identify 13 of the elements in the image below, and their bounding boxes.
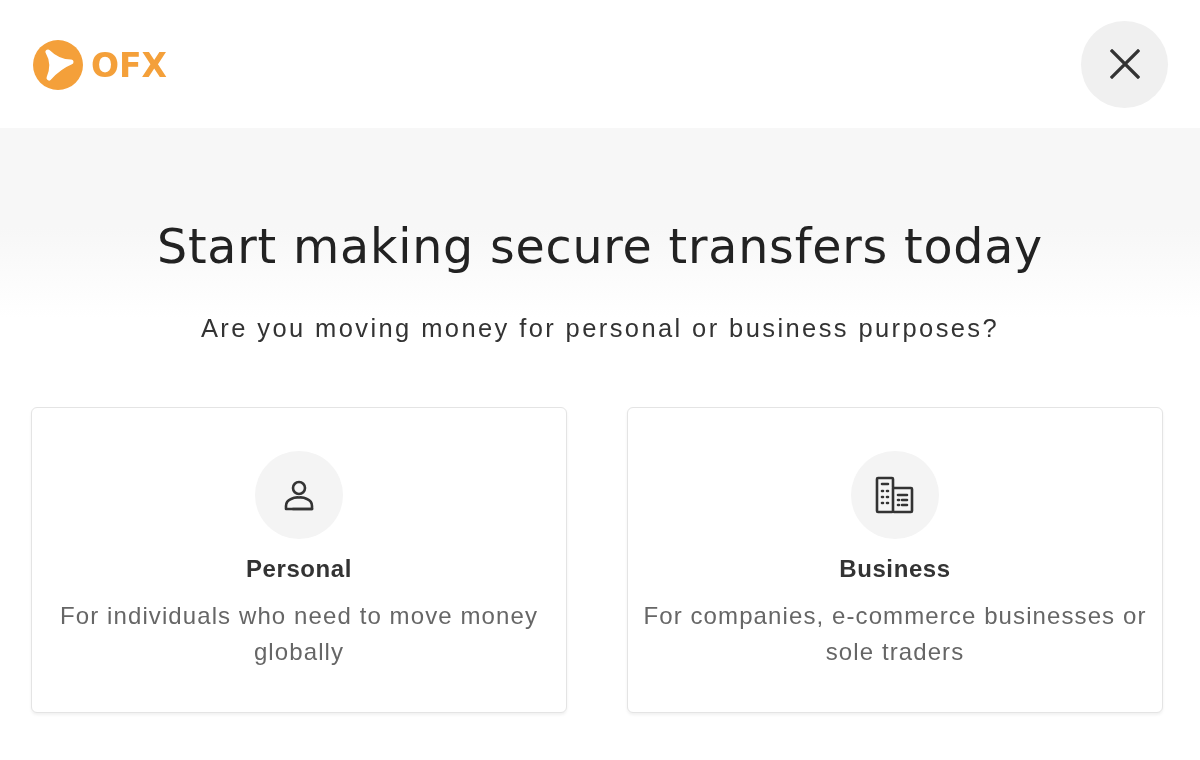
account-type-card[interactable]: Personal For individuals who need to move money globally [31, 407, 567, 713]
logo-icon [33, 40, 83, 90]
close-icon [1109, 49, 1140, 79]
account-type-card[interactable]: Business For companies, e-commerce businesses or sole traders [627, 407, 1163, 713]
page-title: Start making secure transfers today [156, 219, 1044, 275]
logo-wordmark: OFX [91, 48, 168, 82]
buildings-icon [851, 451, 939, 539]
card-title: Personal [245, 554, 353, 584]
card-title: Business [839, 554, 951, 584]
card-description: For individuals who need to move money globally [59, 601, 539, 667]
card-description: For companies, e-commerce businesses or sole traders [642, 601, 1148, 667]
page-subtitle: Are you moving money for personal or business purposes? [200, 313, 1000, 344]
person-icon [255, 451, 343, 539]
